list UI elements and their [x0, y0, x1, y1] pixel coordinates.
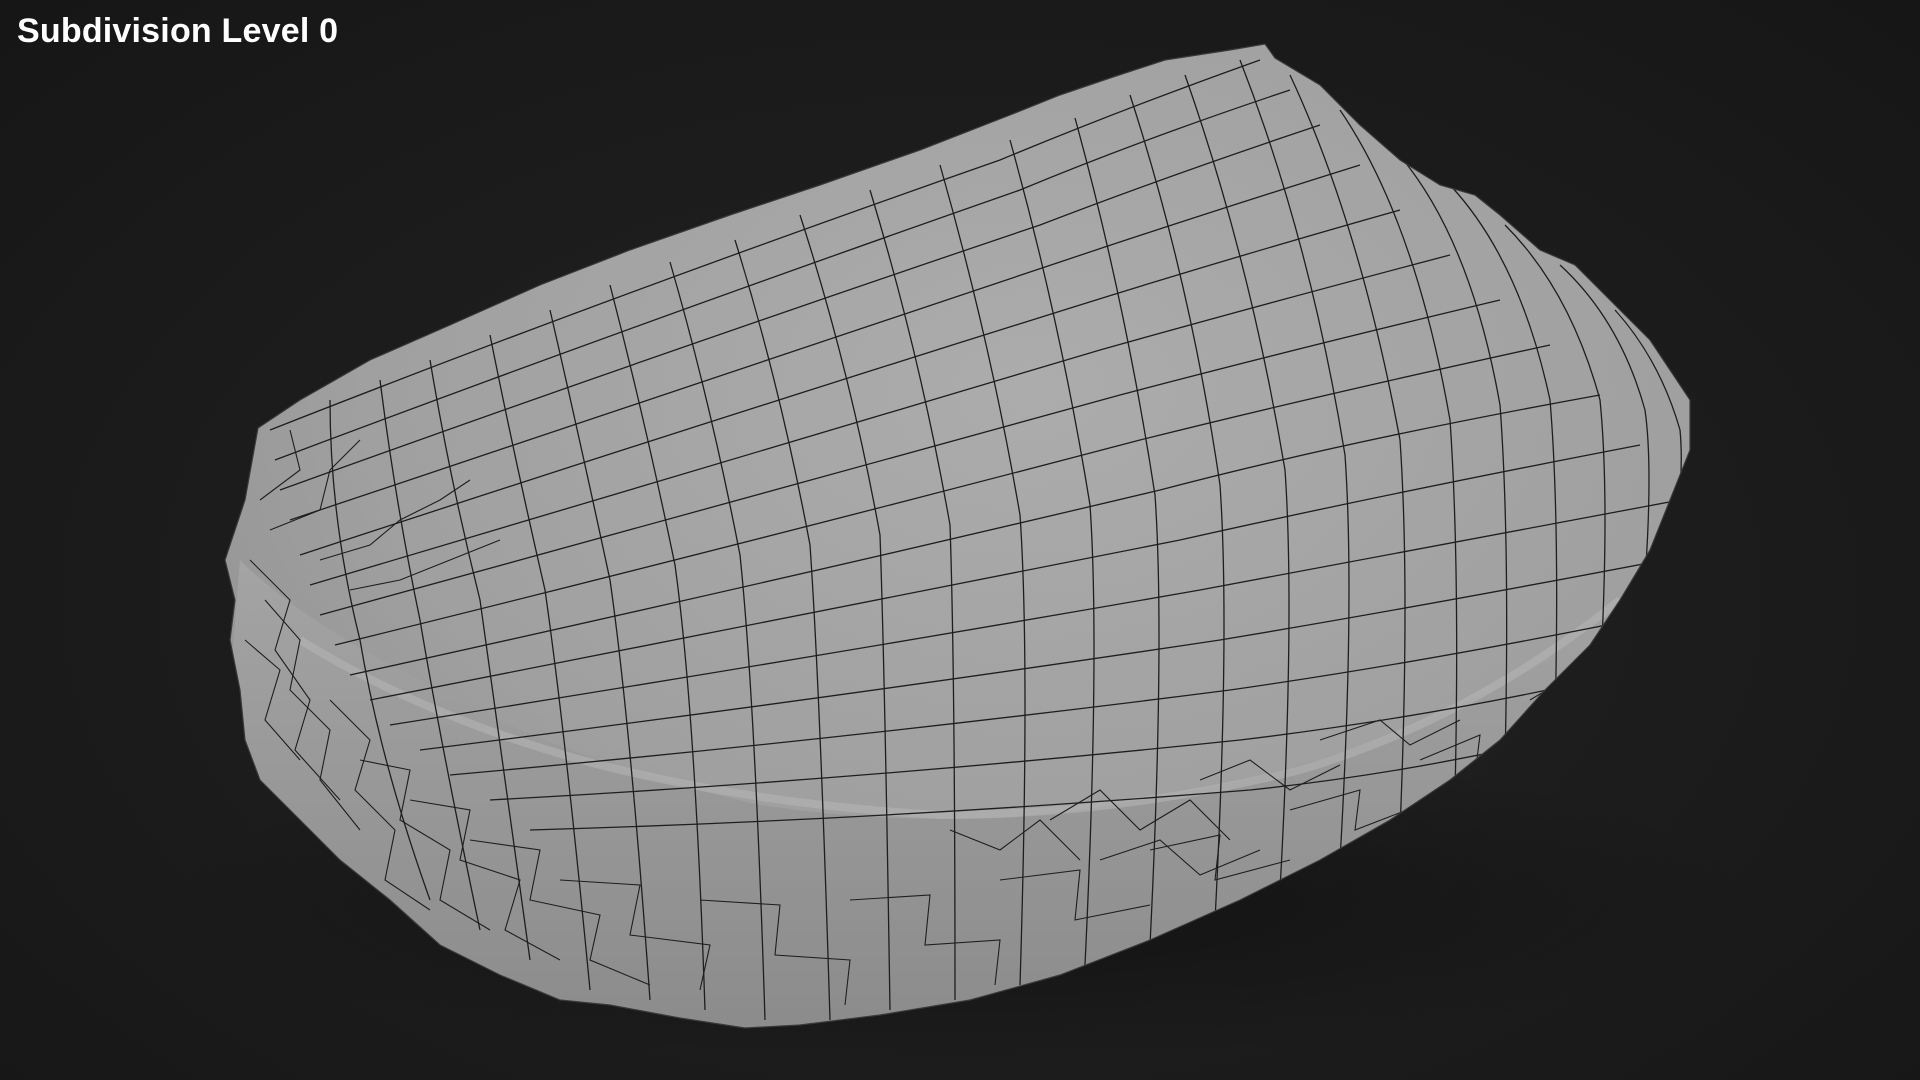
rock-mesh-render	[160, 43, 1760, 1060]
3d-viewport[interactable]: Subdivision Level 0	[0, 0, 1920, 1080]
subdivision-level-label: Subdivision Level 0	[17, 12, 339, 50]
